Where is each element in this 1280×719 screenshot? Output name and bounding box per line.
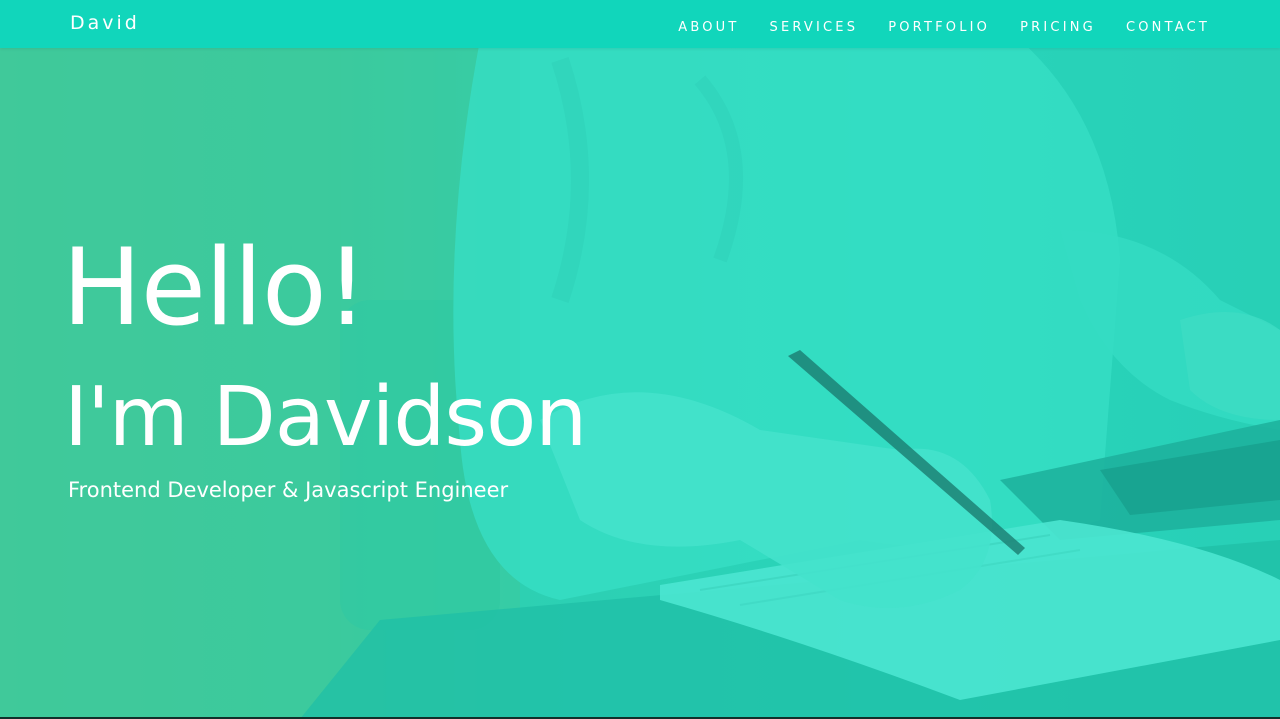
hero-text: Hello! I'm Davidson Frontend Developer &… bbox=[62, 226, 587, 503]
nav-item-portfolio: PORTFOLIO bbox=[888, 16, 990, 35]
hero-section: Hello! I'm Davidson Frontend Developer &… bbox=[0, 0, 1280, 719]
nav-link-pricing[interactable]: PRICING bbox=[1020, 20, 1096, 35]
nav-item-contact: CONTACT bbox=[1126, 16, 1210, 35]
color-overlay bbox=[0, 0, 1280, 719]
nav-link-contact[interactable]: CONTACT bbox=[1126, 20, 1210, 35]
nav-item-pricing: PRICING bbox=[1020, 16, 1096, 35]
hero-tagline: Frontend Developer & Javascript Engineer bbox=[68, 478, 509, 502]
top-navbar: David ABOUT SERVICES PORTFOLIO PRICING C… bbox=[0, 0, 1280, 48]
nav-link-about[interactable]: ABOUT bbox=[678, 20, 739, 35]
brand-logo[interactable]: David bbox=[70, 12, 140, 34]
nav-links: ABOUT SERVICES PORTFOLIO PRICING CONTACT bbox=[648, 16, 1210, 35]
nav-item-about: ABOUT bbox=[678, 16, 739, 35]
nav-item-services: SERVICES bbox=[770, 16, 859, 35]
nav-link-services[interactable]: SERVICES bbox=[770, 20, 859, 35]
nav-link-portfolio[interactable]: PORTFOLIO bbox=[888, 20, 990, 35]
hero-name: I'm Davidson bbox=[64, 370, 587, 465]
hero-greeting: Hello! bbox=[62, 226, 368, 349]
